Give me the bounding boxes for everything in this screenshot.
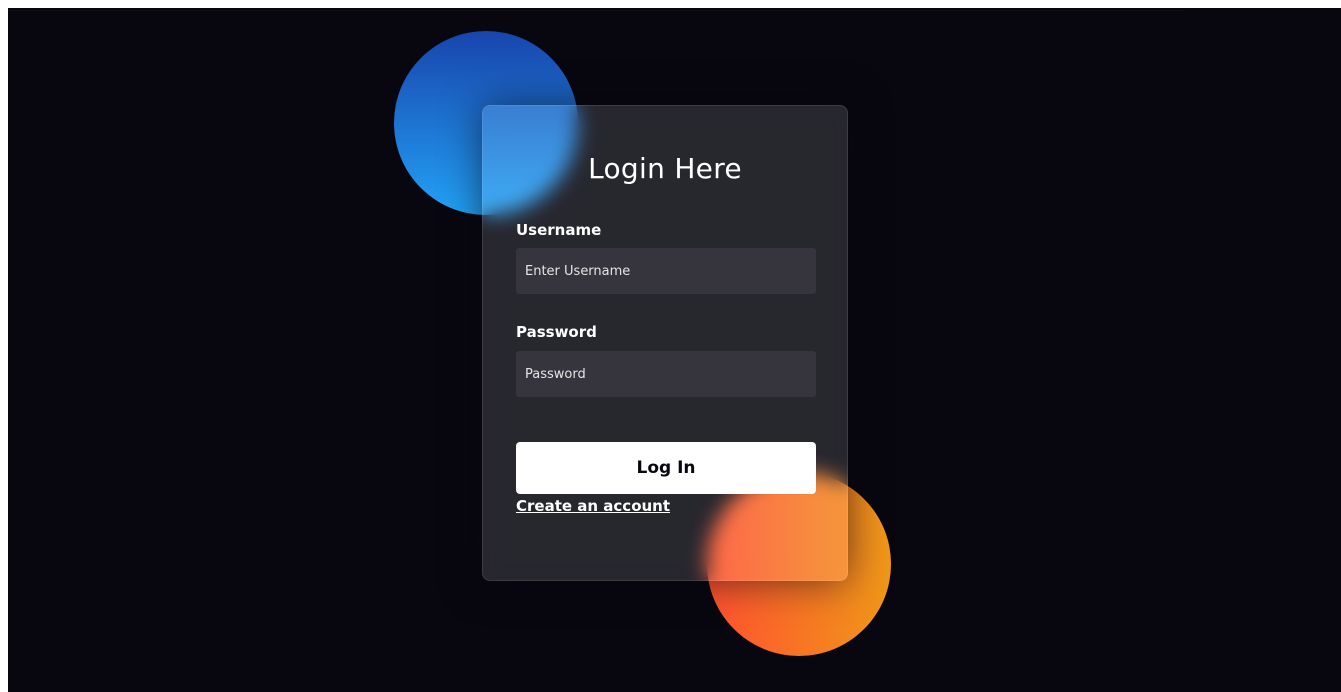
form-title: Login Here — [588, 152, 742, 185]
password-label: Password — [516, 323, 597, 341]
login-button[interactable]: Log In — [516, 442, 816, 494]
password-input[interactable] — [516, 351, 816, 397]
username-label: Username — [516, 221, 602, 239]
create-account-link[interactable]: Create an account — [516, 497, 670, 515]
top-divider — [8, 10, 1183, 11]
login-form: Login Here Username Password Log In Crea… — [483, 106, 847, 580]
login-card: Login Here Username Password Log In Crea… — [482, 105, 848, 581]
page-background: Login Here Username Password Log In Crea… — [8, 8, 1341, 692]
username-input[interactable] — [516, 248, 816, 294]
